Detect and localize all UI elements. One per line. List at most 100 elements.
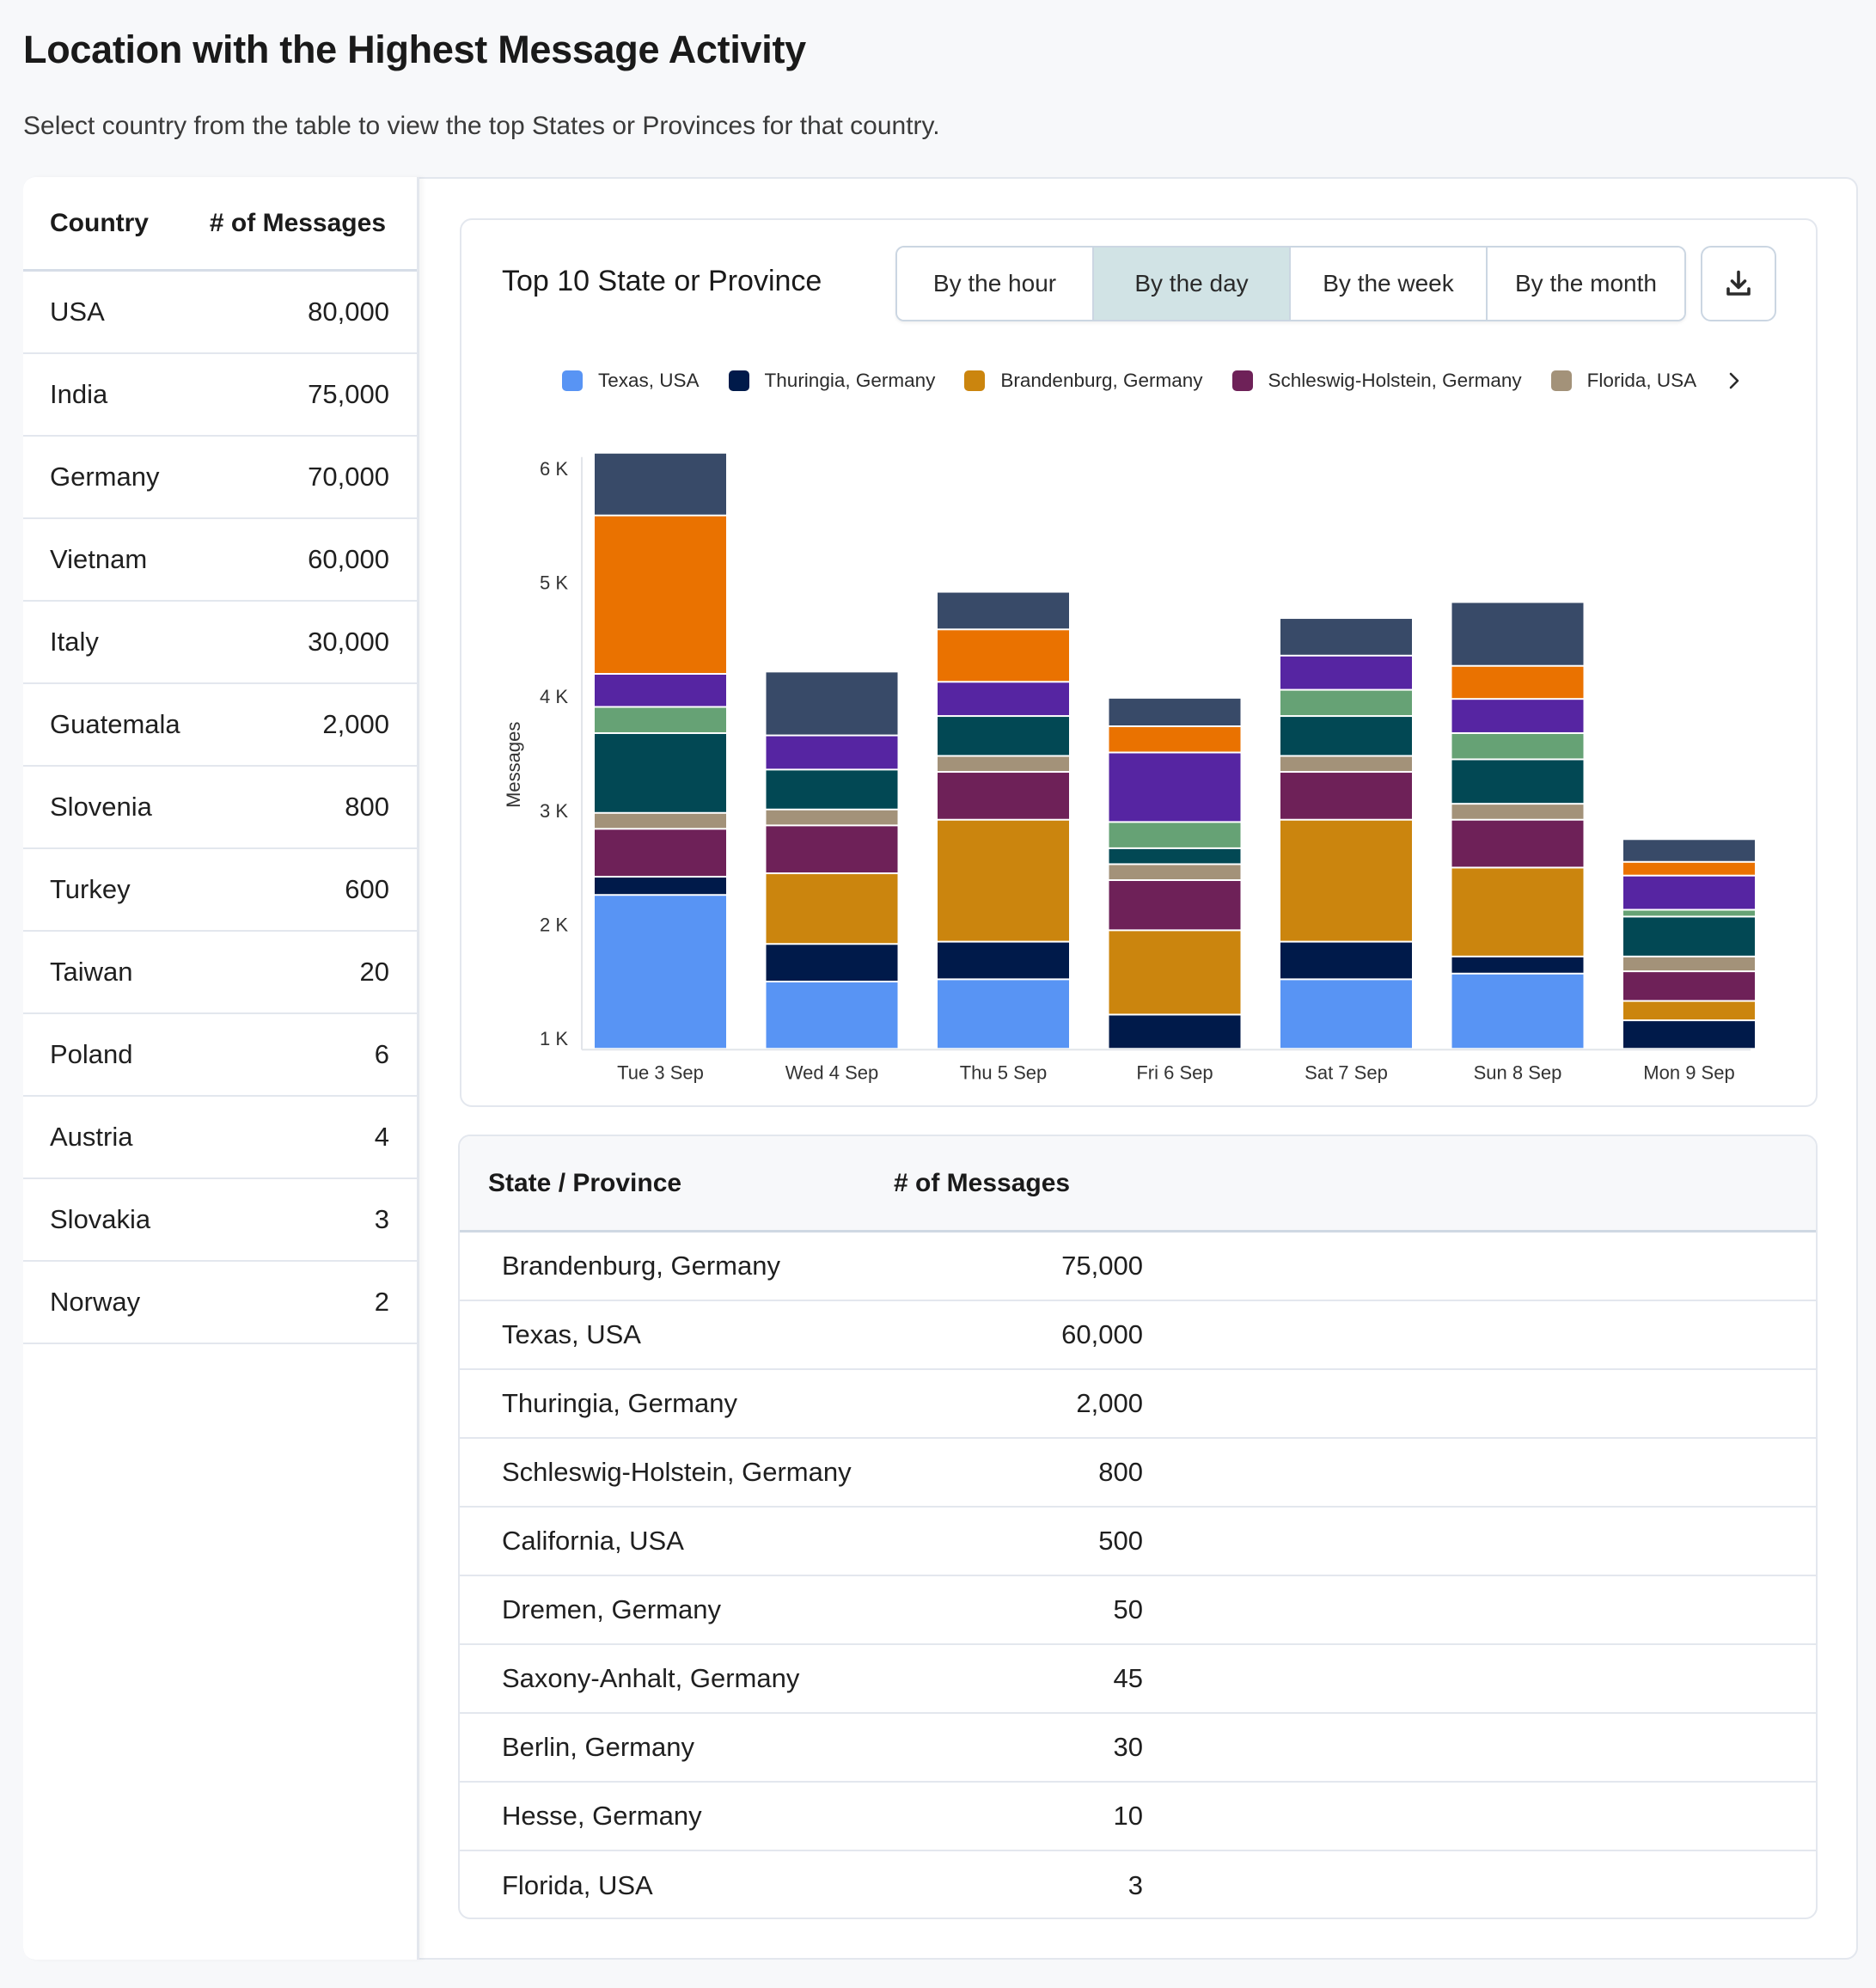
bar-segment[interactable] <box>938 592 1069 629</box>
country-name: Vietnam <box>50 544 148 574</box>
country-row[interactable]: Slovakia 3 <box>23 1179 417 1262</box>
bar-segment[interactable] <box>938 980 1069 1049</box>
country-row[interactable]: Turkey 600 <box>23 849 417 932</box>
country-row[interactable]: Norway 2 <box>23 1262 417 1344</box>
bar-segment[interactable] <box>1623 957 1755 971</box>
country-name: Turkey <box>50 874 131 904</box>
bar-segment[interactable] <box>1280 717 1412 755</box>
country-row[interactable]: Guatemala 2,000 <box>23 684 417 767</box>
province-row[interactable]: California, USA 500 <box>460 1508 1816 1576</box>
bar-segment[interactable] <box>595 896 726 1049</box>
bar-segment[interactable] <box>1451 700 1584 732</box>
bar-segment[interactable] <box>938 773 1069 819</box>
column-header-messages[interactable]: # of Messages <box>894 1169 1152 1198</box>
column-header-country[interactable]: Country <box>50 209 149 238</box>
province-row[interactable]: Berlin, Germany 30 <box>460 1714 1816 1783</box>
bar-segment[interactable] <box>1109 931 1241 1014</box>
province-row[interactable]: Thuringia, Germany 2,000 <box>460 1370 1816 1439</box>
bar-segment[interactable] <box>766 982 898 1049</box>
bar-segment[interactable] <box>1280 820 1412 941</box>
country-row[interactable]: Austria 4 <box>23 1097 417 1179</box>
bar-segment[interactable] <box>595 453 726 515</box>
province-name: California, USA <box>502 1526 684 1556</box>
country-row[interactable]: India 75,000 <box>23 354 417 437</box>
bar-segment[interactable] <box>1109 865 1241 880</box>
bar-segment[interactable] <box>1109 753 1241 822</box>
bar-segment[interactable] <box>1280 690 1412 716</box>
bar-segment[interactable] <box>766 810 898 825</box>
province-row[interactable]: Brandenburg, Germany 75,000 <box>460 1233 1816 1301</box>
bar-segment[interactable] <box>1451 733 1584 759</box>
province-row[interactable]: Texas, USA 60,000 <box>460 1301 1816 1370</box>
bar-segment[interactable] <box>1451 804 1584 819</box>
country-row[interactable]: Taiwan 20 <box>23 932 417 1014</box>
country-row[interactable]: Slovenia 800 <box>23 767 417 849</box>
bar-segment[interactable] <box>1623 910 1755 916</box>
province-row[interactable]: Dremen, Germany 50 <box>460 1576 1816 1645</box>
bar-segment[interactable] <box>1280 619 1412 655</box>
bar-segment[interactable] <box>1109 727 1241 752</box>
bar-segment[interactable] <box>1451 820 1584 867</box>
bar-segment[interactable] <box>1280 980 1412 1049</box>
bar-segment[interactable] <box>1623 840 1755 861</box>
page-title: Location with the Highest Message Activi… <box>23 28 806 71</box>
bar-segment[interactable] <box>938 756 1069 772</box>
bar-segment[interactable] <box>1109 823 1241 847</box>
country-row[interactable]: Italy 30,000 <box>23 602 417 684</box>
bar-segment[interactable] <box>938 630 1069 682</box>
province-row[interactable]: Schleswig-Holstein, Germany 800 <box>460 1439 1816 1508</box>
bar-segment[interactable] <box>595 878 726 895</box>
bar-segment[interactable] <box>766 874 898 944</box>
bar-segment[interactable] <box>766 770 898 809</box>
bar-segment[interactable] <box>595 516 726 674</box>
bar-segment[interactable] <box>766 736 898 769</box>
country-row[interactable]: Poland 6 <box>23 1014 417 1097</box>
bar-segment[interactable] <box>1451 603 1584 665</box>
country-messages: 800 <box>345 792 389 822</box>
bar-segment[interactable] <box>1280 656 1412 689</box>
bar-segment[interactable] <box>1623 917 1755 956</box>
country-row[interactable]: USA 80,000 <box>23 272 417 354</box>
province-messages: 2,000 <box>1076 1388 1143 1418</box>
bar-segment[interactable] <box>1623 876 1755 909</box>
bar-segment[interactable] <box>595 707 726 732</box>
bar-segment[interactable] <box>1623 972 1755 1000</box>
bar-segment[interactable] <box>1280 942 1412 979</box>
bar-segment[interactable] <box>595 675 726 707</box>
bar-segment[interactable] <box>766 672 898 735</box>
province-row[interactable]: Florida, USA 3 <box>460 1851 1816 1918</box>
bar-segment[interactable] <box>595 813 726 829</box>
bar-segment[interactable] <box>1109 698 1241 726</box>
bar-segment[interactable] <box>938 820 1069 941</box>
province-row[interactable]: Saxony-Anhalt, Germany 45 <box>460 1645 1816 1714</box>
bar-segment[interactable] <box>1451 666 1584 699</box>
bar-segment[interactable] <box>1109 881 1241 930</box>
bar-segment[interactable] <box>1280 773 1412 819</box>
country-messages: 70,000 <box>308 462 389 492</box>
bar-segment[interactable] <box>1623 862 1755 875</box>
bar-segment[interactable] <box>766 945 898 982</box>
bar-segment[interactable] <box>766 826 898 873</box>
bar-segment[interactable] <box>938 682 1069 716</box>
province-table: State / Province # of Messages Brandenbu… <box>458 1135 1818 1919</box>
bar-segment[interactable] <box>595 829 726 877</box>
bar-segment[interactable] <box>1623 1001 1755 1020</box>
country-row[interactable]: Vietnam 60,000 <box>23 519 417 602</box>
province-row[interactable]: Hesse, Germany 10 <box>460 1783 1816 1851</box>
bar-segment[interactable] <box>938 942 1069 979</box>
bar-segment[interactable] <box>1451 868 1584 956</box>
bar-segment[interactable] <box>1623 1021 1755 1049</box>
bar-segment[interactable] <box>1451 974 1584 1049</box>
bar-segment[interactable] <box>1451 957 1584 973</box>
bar-segment[interactable] <box>595 733 726 812</box>
country-row[interactable]: Germany 70,000 <box>23 437 417 519</box>
bar-segment[interactable] <box>1280 756 1412 772</box>
column-header-messages[interactable]: # of Messages <box>210 209 386 238</box>
bar-segment[interactable] <box>938 717 1069 755</box>
bar-segment[interactable] <box>1109 848 1241 864</box>
country-messages: 75,000 <box>308 379 389 409</box>
column-header-state[interactable]: State / Province <box>460 1169 894 1198</box>
x-tick-label: Wed 4 Sep <box>785 1061 878 1083</box>
bar-segment[interactable] <box>1109 1015 1241 1049</box>
bar-segment[interactable] <box>1451 760 1584 804</box>
